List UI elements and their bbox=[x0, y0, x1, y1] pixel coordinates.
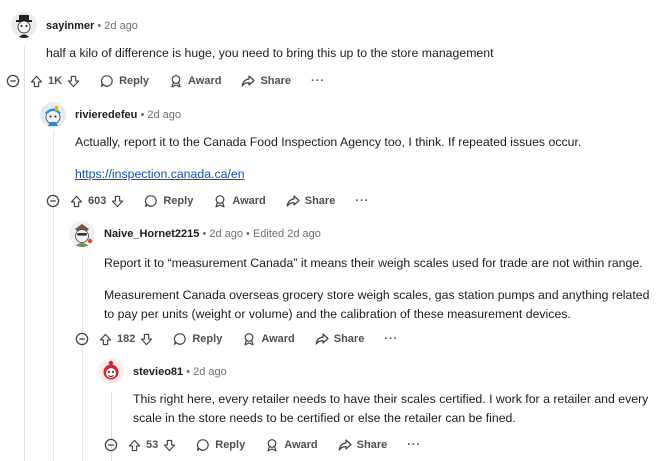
avatar[interactable] bbox=[98, 358, 124, 384]
comment-actions: 53 Reply Award Share ··· bbox=[104, 436, 421, 454]
inspection-link[interactable]: https://inspection.canada.ca/en bbox=[75, 167, 245, 181]
vote-score: 182 bbox=[117, 333, 136, 345]
comment-meta: • 2d ago bbox=[186, 366, 227, 378]
downvote-icon[interactable] bbox=[163, 439, 176, 452]
vote-controls: 182 bbox=[99, 333, 153, 346]
vote-controls: 53 bbox=[128, 439, 176, 452]
reply-button[interactable]: Reply bbox=[173, 332, 222, 346]
reply-label: Reply bbox=[215, 439, 246, 451]
share-label: Share bbox=[356, 439, 388, 451]
share-icon bbox=[286, 195, 300, 207]
downvote-icon[interactable] bbox=[67, 75, 80, 88]
reply-icon bbox=[174, 333, 187, 345]
avatar-icon bbox=[69, 221, 95, 247]
share-button[interactable]: Share bbox=[286, 194, 336, 208]
avatar[interactable] bbox=[69, 221, 95, 247]
reply-icon bbox=[197, 439, 209, 451]
reply-icon bbox=[101, 75, 113, 87]
share-label: Share bbox=[260, 75, 292, 87]
reply-icon bbox=[145, 195, 158, 207]
thread-line[interactable] bbox=[53, 132, 54, 461]
avatar[interactable] bbox=[40, 102, 66, 128]
vote-controls: 603 bbox=[70, 195, 124, 208]
comment-body: Actually, report it to the Canada Food I… bbox=[75, 135, 582, 149]
vote-score: 53 bbox=[146, 439, 159, 451]
comment-body: Measurement Canada overseas grocery stor… bbox=[104, 288, 650, 321]
avatar[interactable] bbox=[11, 12, 37, 38]
award-label: Award bbox=[232, 195, 266, 207]
comment-body: Report it to “measurement Canada” it mea… bbox=[104, 256, 643, 270]
downvote-icon[interactable] bbox=[111, 195, 124, 208]
award-label: Award bbox=[284, 439, 318, 451]
award-icon bbox=[215, 195, 225, 208]
reply-button[interactable]: Reply bbox=[100, 74, 149, 88]
reply-label: Reply bbox=[163, 195, 194, 207]
award-icon bbox=[267, 439, 277, 452]
username[interactable]: rivieredefeu bbox=[75, 109, 137, 121]
share-label: Share bbox=[333, 333, 365, 345]
award-label: Award bbox=[188, 75, 222, 87]
more-options-button[interactable]: ··· bbox=[311, 75, 325, 87]
comment-meta: • 2d ago • Edited 2d ago bbox=[202, 228, 321, 240]
award-icon bbox=[244, 333, 254, 346]
comment-body: This right here, every retailer needs to… bbox=[133, 392, 649, 425]
collapse-icon[interactable] bbox=[46, 194, 60, 208]
vote-score: 1K bbox=[48, 75, 63, 87]
comment-body: half a kilo of difference is huge, you n… bbox=[46, 46, 494, 60]
more-options-button[interactable]: ··· bbox=[407, 439, 421, 451]
reply-button[interactable]: Reply bbox=[196, 438, 245, 452]
share-label: Share bbox=[304, 195, 336, 207]
username[interactable]: sayinmer bbox=[46, 20, 94, 32]
avatar-icon bbox=[40, 102, 66, 128]
vote-score: 603 bbox=[88, 195, 107, 207]
collapse-icon[interactable] bbox=[104, 438, 118, 452]
reply-button[interactable]: Reply bbox=[144, 194, 193, 208]
award-button[interactable]: Award bbox=[169, 74, 221, 88]
award-button[interactable]: Award bbox=[213, 194, 266, 208]
thread-line[interactable] bbox=[24, 46, 25, 461]
reply-label: Reply bbox=[192, 333, 223, 345]
award-button[interactable]: Award bbox=[265, 438, 318, 452]
comment-header: Naive_Hornet2215 • 2d ago • Edited 2d ag… bbox=[104, 227, 321, 241]
username[interactable]: stevieo81 bbox=[133, 366, 183, 378]
upvote-icon[interactable] bbox=[30, 75, 43, 88]
comment-actions: 182 Reply Award Share ··· bbox=[75, 330, 398, 348]
share-icon bbox=[338, 439, 352, 451]
award-button[interactable]: Award bbox=[242, 332, 295, 346]
more-options-button[interactable]: ··· bbox=[355, 195, 369, 207]
share-icon bbox=[242, 75, 256, 87]
share-button[interactable]: Share bbox=[338, 438, 388, 452]
avatar-icon bbox=[11, 12, 37, 38]
comment-actions: 603 Reply Award Share ··· bbox=[46, 192, 369, 210]
upvote-icon[interactable] bbox=[99, 333, 112, 346]
vote-controls: 1K bbox=[30, 75, 80, 88]
upvote-icon[interactable] bbox=[128, 439, 141, 452]
reply-label: Reply bbox=[119, 75, 150, 87]
award-icon bbox=[171, 75, 181, 88]
comment-header: stevieo81 • 2d ago bbox=[133, 365, 227, 379]
share-button[interactable]: Share bbox=[315, 332, 365, 346]
comment-actions: 1K Reply Award Share ··· bbox=[6, 72, 325, 90]
avatar-icon bbox=[98, 358, 124, 384]
share-icon bbox=[315, 333, 329, 345]
collapse-icon[interactable] bbox=[6, 74, 20, 88]
award-label: Award bbox=[261, 333, 295, 345]
share-button[interactable]: Share bbox=[241, 74, 291, 88]
collapse-icon[interactable] bbox=[75, 332, 89, 346]
upvote-icon[interactable] bbox=[70, 195, 83, 208]
comment-link[interactable]: https://inspection.canada.ca/en bbox=[75, 165, 245, 184]
comment-header: sayinmer • 2d ago bbox=[46, 19, 138, 33]
comment-meta: • 2d ago bbox=[140, 109, 181, 121]
comment-header: rivieredefeu • 2d ago bbox=[75, 108, 181, 122]
username[interactable]: Naive_Hornet2215 bbox=[104, 228, 199, 240]
more-options-button[interactable]: ··· bbox=[384, 333, 398, 345]
thread-line[interactable] bbox=[82, 256, 83, 461]
comment-meta: • 2d ago bbox=[97, 20, 138, 32]
downvote-icon[interactable] bbox=[140, 333, 153, 346]
